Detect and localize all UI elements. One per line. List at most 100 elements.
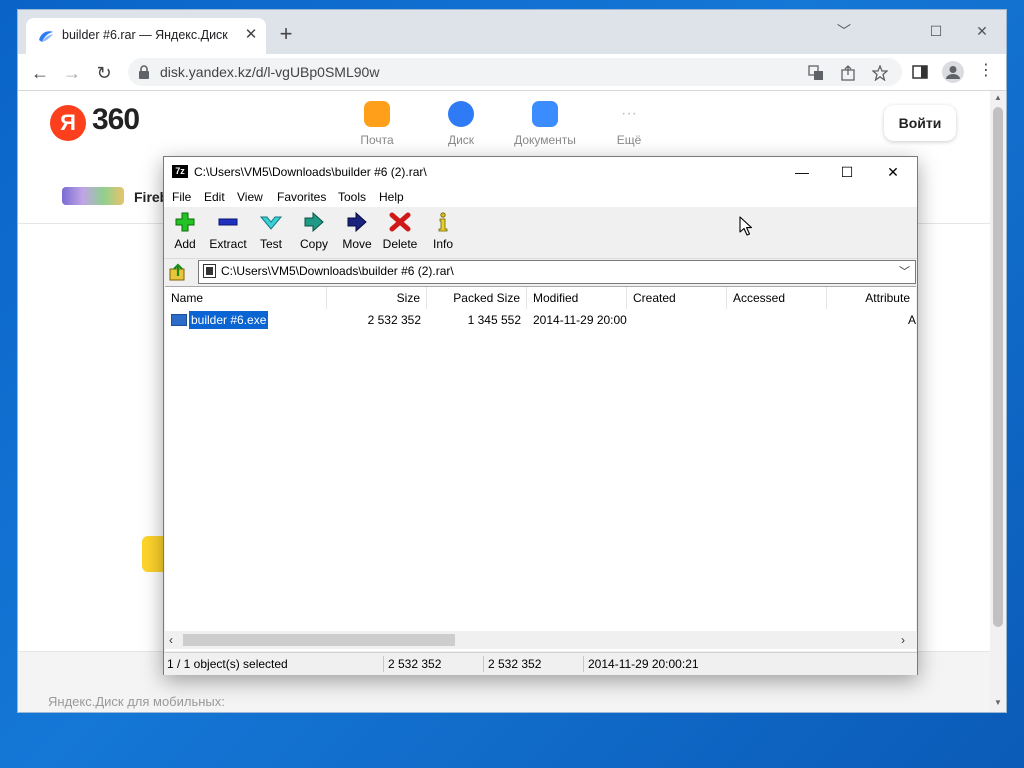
tab-strip: builder #6.rar — Яндекс.Диск ✕ + ﹀ ☐ ✕ <box>18 10 1006 54</box>
minimize-chevron-icon[interactable]: ﹀ <box>830 18 858 44</box>
yandex-disk-favicon-icon <box>39 31 53 42</box>
status-separator <box>383 656 384 672</box>
documents-icon <box>532 101 558 127</box>
status-separator <box>583 656 584 672</box>
horizontal-scrollbar[interactable]: ‹ › <box>165 631 916 649</box>
mouse-cursor-icon <box>739 216 753 236</box>
yandex-360-logo[interactable]: 360 <box>92 103 140 137</box>
browser-toolbar: ← → ↻ disk.yandex.kz/d/l-vgUBp0SML90w ⋮ <box>18 54 1006 91</box>
close-window-icon[interactable]: ✕ <box>968 18 996 44</box>
bookmark-star-icon[interactable] <box>872 65 888 81</box>
tool-label: Add <box>174 237 196 251</box>
forward-arrow-icon[interactable]: → <box>61 62 83 84</box>
service-label: Ещё <box>616 133 642 147</box>
tab-title: builder #6.rar — Яндекс.Диск <box>62 28 228 42</box>
side-panel-icon[interactable] <box>912 64 928 80</box>
copy-button[interactable]: Copy <box>293 211 335 251</box>
browser-tab[interactable]: builder #6.rar — Яндекс.Диск ✕ <box>26 18 266 54</box>
tab-close-icon[interactable]: ✕ <box>242 26 260 44</box>
window-title: C:\Users\VM5\Downloads\builder #6 (2).ra… <box>194 165 427 179</box>
maximize-icon[interactable]: ☐ <box>832 161 862 183</box>
yandex-logo-icon[interactable]: Я <box>50 105 86 141</box>
column-header-size[interactable]: Size <box>327 287 427 309</box>
tool-label: Move <box>342 237 372 251</box>
service-label: Документы <box>514 133 576 147</box>
plus-icon <box>175 212 195 232</box>
cell-accessed <box>727 311 827 329</box>
archive-icon <box>203 264 216 278</box>
scrollbar-thumb[interactable] <box>183 634 455 646</box>
tool-label: Test <box>259 237 282 251</box>
column-header-modified[interactable]: Modified <box>527 287 627 309</box>
check-icon <box>259 216 283 230</box>
profile-avatar-icon[interactable] <box>942 61 964 83</box>
scrollbar-thumb[interactable] <box>993 107 1003 627</box>
address-bar[interactable]: disk.yandex.kz/d/l-vgUBp0SML90w <box>128 58 902 86</box>
scroll-down-icon[interactable]: ▼ <box>994 698 1002 707</box>
7zip-titlebar[interactable]: 7z C:\Users\VM5\Downloads\builder #6 (2)… <box>164 157 917 187</box>
menu-edit[interactable]: Edit <box>204 190 225 204</box>
copy-arrow-icon <box>304 211 324 233</box>
column-header-accessed[interactable]: Accessed <box>727 287 827 309</box>
tool-label: Extract <box>209 237 247 251</box>
menu-favorites[interactable]: Favorites <box>277 190 326 204</box>
url-text: disk.yandex.kz/d/l-vgUBp0SML90w <box>160 64 380 80</box>
extract-button[interactable]: Extract <box>207 212 249 251</box>
7zip-toolbar: Add Extract Test Copy Move Delete Info <box>164 208 917 259</box>
service-disk[interactable]: Диск <box>426 101 496 147</box>
column-header-name[interactable]: Name <box>165 287 327 309</box>
cell-created <box>627 311 727 329</box>
status-modified: 2014-11-29 20:00:21 <box>588 657 699 671</box>
move-button[interactable]: Move <box>336 211 378 251</box>
service-more[interactable]: ··· Ещё <box>594 101 664 147</box>
status-packed: 2 532 352 <box>488 657 542 671</box>
path-combobox[interactable]: C:\Users\VM5\Downloads\builder #6 (2).ra… <box>198 260 916 284</box>
exe-file-icon <box>171 314 187 326</box>
reload-icon[interactable]: ↻ <box>93 62 115 84</box>
minimize-icon[interactable]: — <box>787 161 817 183</box>
back-arrow-icon[interactable]: ← <box>29 62 51 84</box>
file-name[interactable]: builder #6.exe <box>187 310 270 330</box>
browser-menu-icon[interactable]: ⋮ <box>978 63 994 79</box>
share-icon[interactable] <box>840 65 856 81</box>
menu-help[interactable]: Help <box>379 190 404 204</box>
maximize-icon[interactable]: ☐ <box>922 18 950 44</box>
chevron-down-icon[interactable]: ﹀ <box>899 263 910 279</box>
scroll-left-icon[interactable]: ‹ <box>169 633 173 647</box>
new-tab-button[interactable]: + <box>274 23 298 47</box>
mail-icon <box>364 101 390 127</box>
login-button[interactable]: Войти <box>884 105 956 141</box>
tool-label: Copy <box>299 237 328 251</box>
menu-bar: File Edit View Favorites Tools Help <box>164 187 917 207</box>
service-label: Почта <box>360 133 394 147</box>
7zip-app-icon: 7z <box>172 165 188 178</box>
close-icon[interactable]: ✕ <box>878 161 908 183</box>
minus-icon <box>218 218 238 226</box>
table-row[interactable]: builder #6.exe <box>169 310 270 330</box>
scroll-right-icon[interactable]: › <box>901 633 905 647</box>
mobile-apps-text: Яндекс.Диск для мобильных: <box>48 694 225 709</box>
column-header-created[interactable]: Created <box>627 287 727 309</box>
lock-icon <box>139 65 149 79</box>
disk-icon <box>448 101 474 127</box>
folder-up-icon[interactable] <box>168 262 188 282</box>
menu-view[interactable]: View <box>237 190 263 204</box>
delete-button[interactable]: Delete <box>379 212 421 251</box>
test-button[interactable]: Test <box>250 212 292 251</box>
page-scrollbar[interactable]: ▲ ▼ <box>990 91 1006 712</box>
column-header-packed-size[interactable]: Packed Size <box>427 287 527 309</box>
translate-icon[interactable] <box>808 65 824 81</box>
more-dots-icon: ··· <box>621 105 637 122</box>
cell-packed-size: 1 345 552 <box>467 313 521 327</box>
scroll-up-icon[interactable]: ▲ <box>994 93 1002 102</box>
service-documents[interactable]: Документы <box>510 101 580 147</box>
add-button[interactable]: Add <box>164 212 206 251</box>
service-mail[interactable]: Почта <box>342 101 412 147</box>
column-header-attributes[interactable]: Attribute <box>827 287 916 309</box>
menu-file[interactable]: File <box>172 190 191 204</box>
service-label: Диск <box>447 133 475 147</box>
file-list[interactable]: Name Size Packed Size Modified Created A… <box>165 286 916 651</box>
menu-tools[interactable]: Tools <box>338 190 366 204</box>
info-button[interactable]: Info <box>422 212 464 251</box>
file-thumbnail <box>62 187 124 205</box>
